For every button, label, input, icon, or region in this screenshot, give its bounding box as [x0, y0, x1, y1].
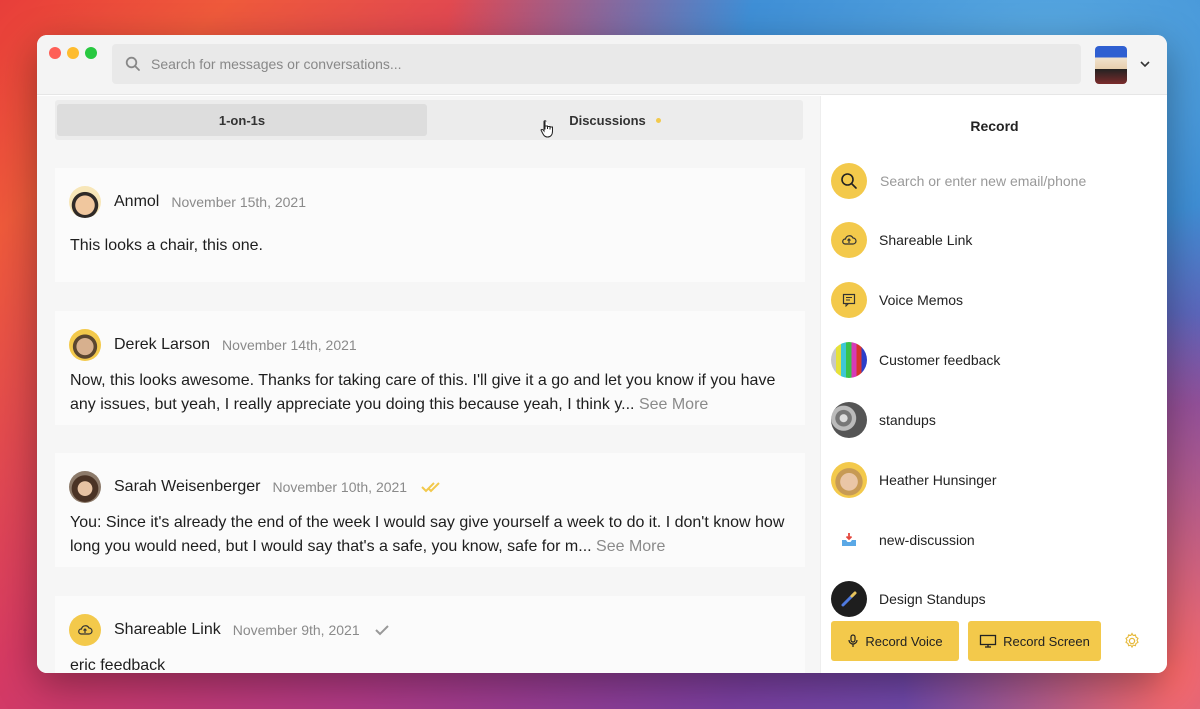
tab-1-on-1s[interactable]: 1-on-1s — [57, 104, 427, 136]
contact-name: Derek Larson — [114, 336, 211, 353]
contact-name: Anmol — [114, 193, 160, 210]
record-item-label: new-discussion — [879, 532, 975, 548]
see-more-link[interactable]: See More — [596, 538, 665, 555]
message-preview: Now, this looks awesome. Thanks for taki… — [70, 372, 776, 413]
group-photo-avatar — [831, 402, 867, 438]
unread-dot — [655, 117, 661, 123]
monitor-icon — [979, 634, 997, 648]
record-item-label: Customer feedback — [879, 352, 1001, 368]
contact-name: Sarah Weisenberger — [114, 478, 261, 495]
person-avatar — [831, 462, 867, 498]
record-item-customer-feedback[interactable]: Customer feedback — [831, 341, 1000, 379]
record-item-label: Design Standups — [879, 591, 986, 607]
gear-icon[interactable] — [1123, 632, 1141, 650]
avatar — [69, 614, 101, 646]
maximize-window-button[interactable] — [85, 47, 97, 59]
conversation-item[interactable]: Derek Larson November 14th, 2021 Now, th… — [55, 311, 805, 425]
conversation-header: Sarah Weisenberger November 10th, 2021 — [69, 471, 443, 503]
conversation-item[interactable]: Anmol November 15th, 2021 This looks a c… — [55, 168, 805, 282]
message-preview: This looks a chair, this one. — [70, 237, 263, 254]
avatar — [69, 329, 101, 361]
conversation-header: Shareable Link November 9th, 2021 — [69, 614, 390, 646]
record-item-label: Voice Memos — [879, 292, 964, 308]
app-window: 1-on-1s Discussions Anmol November 15th,… — [37, 35, 1167, 673]
recipient-search[interactable] — [831, 162, 1120, 200]
note-icon — [831, 282, 867, 318]
record-item-label: Heather Hunsinger — [879, 472, 997, 488]
inbox-icon — [831, 522, 867, 558]
see-more-link[interactable]: See More — [639, 396, 708, 413]
chevron-down-icon[interactable] — [1139, 58, 1151, 70]
pen-avatar — [831, 581, 867, 617]
record-item-design-standups[interactable]: Design Standups — [831, 580, 986, 618]
avatar — [69, 186, 101, 218]
user-avatar[interactable] — [1095, 46, 1127, 84]
message-date: November 14th, 2021 — [222, 337, 357, 353]
record-item-standups[interactable]: standups — [831, 401, 936, 439]
avatar — [69, 471, 101, 503]
record-item-shareable-link[interactable]: Shareable Link — [831, 221, 972, 259]
global-search[interactable] — [112, 44, 1081, 84]
message-preview: eric feedback — [70, 657, 166, 673]
search-input[interactable] — [151, 56, 951, 72]
color-bars-avatar — [831, 342, 867, 378]
cloud-upload-icon — [78, 625, 93, 635]
title-bar — [37, 35, 1167, 95]
search-icon — [831, 163, 867, 199]
record-item-heather-hunsinger[interactable]: Heather Hunsinger — [831, 461, 997, 499]
search-icon — [125, 56, 140, 71]
recipient-search-input[interactable] — [880, 173, 1120, 189]
record-item-label: Shareable Link — [879, 232, 973, 248]
hand-cursor-icon — [540, 120, 553, 138]
conversation-header: Derek Larson November 14th, 2021 — [69, 329, 357, 361]
message-date: November 15th, 2021 — [171, 194, 306, 210]
panel-title: Record — [970, 118, 1019, 134]
record-item-voice-memos[interactable]: Voice Memos — [831, 281, 963, 319]
record-item-label: standups — [879, 412, 936, 428]
minimize-window-button[interactable] — [67, 47, 79, 59]
record-panel: Record Shareable Link Voice Memos Custom… — [820, 96, 1167, 673]
conversation-item[interactable]: Sarah Weisenberger November 10th, 2021 Y… — [55, 453, 805, 567]
record-screen-button[interactable]: Record Screen — [968, 621, 1101, 661]
tab-discussions[interactable]: Discussions — [429, 104, 801, 136]
cloud-upload-icon — [831, 222, 867, 258]
conversation-tabs: 1-on-1s Discussions — [55, 100, 803, 140]
check-icon — [374, 625, 389, 636]
contact-name: Shareable Link — [114, 621, 221, 638]
conversation-header: Anmol November 15th, 2021 — [69, 186, 306, 218]
double-check-icon — [421, 482, 440, 493]
close-window-button[interactable] — [49, 47, 61, 59]
record-voice-button[interactable]: Record Voice — [831, 621, 959, 661]
message-date: November 9th, 2021 — [232, 622, 360, 638]
conversation-item[interactable]: Shareable Link November 9th, 2021 eric f… — [55, 596, 805, 673]
record-item-new-discussion[interactable]: new-discussion — [831, 521, 975, 559]
message-date: November 10th, 2021 — [272, 479, 408, 495]
message-preview: You: Since it's already the end of the w… — [70, 514, 785, 555]
conversation-list-pane: 1-on-1s Discussions Anmol November 15th,… — [37, 96, 820, 673]
microphone-icon — [848, 634, 858, 647]
